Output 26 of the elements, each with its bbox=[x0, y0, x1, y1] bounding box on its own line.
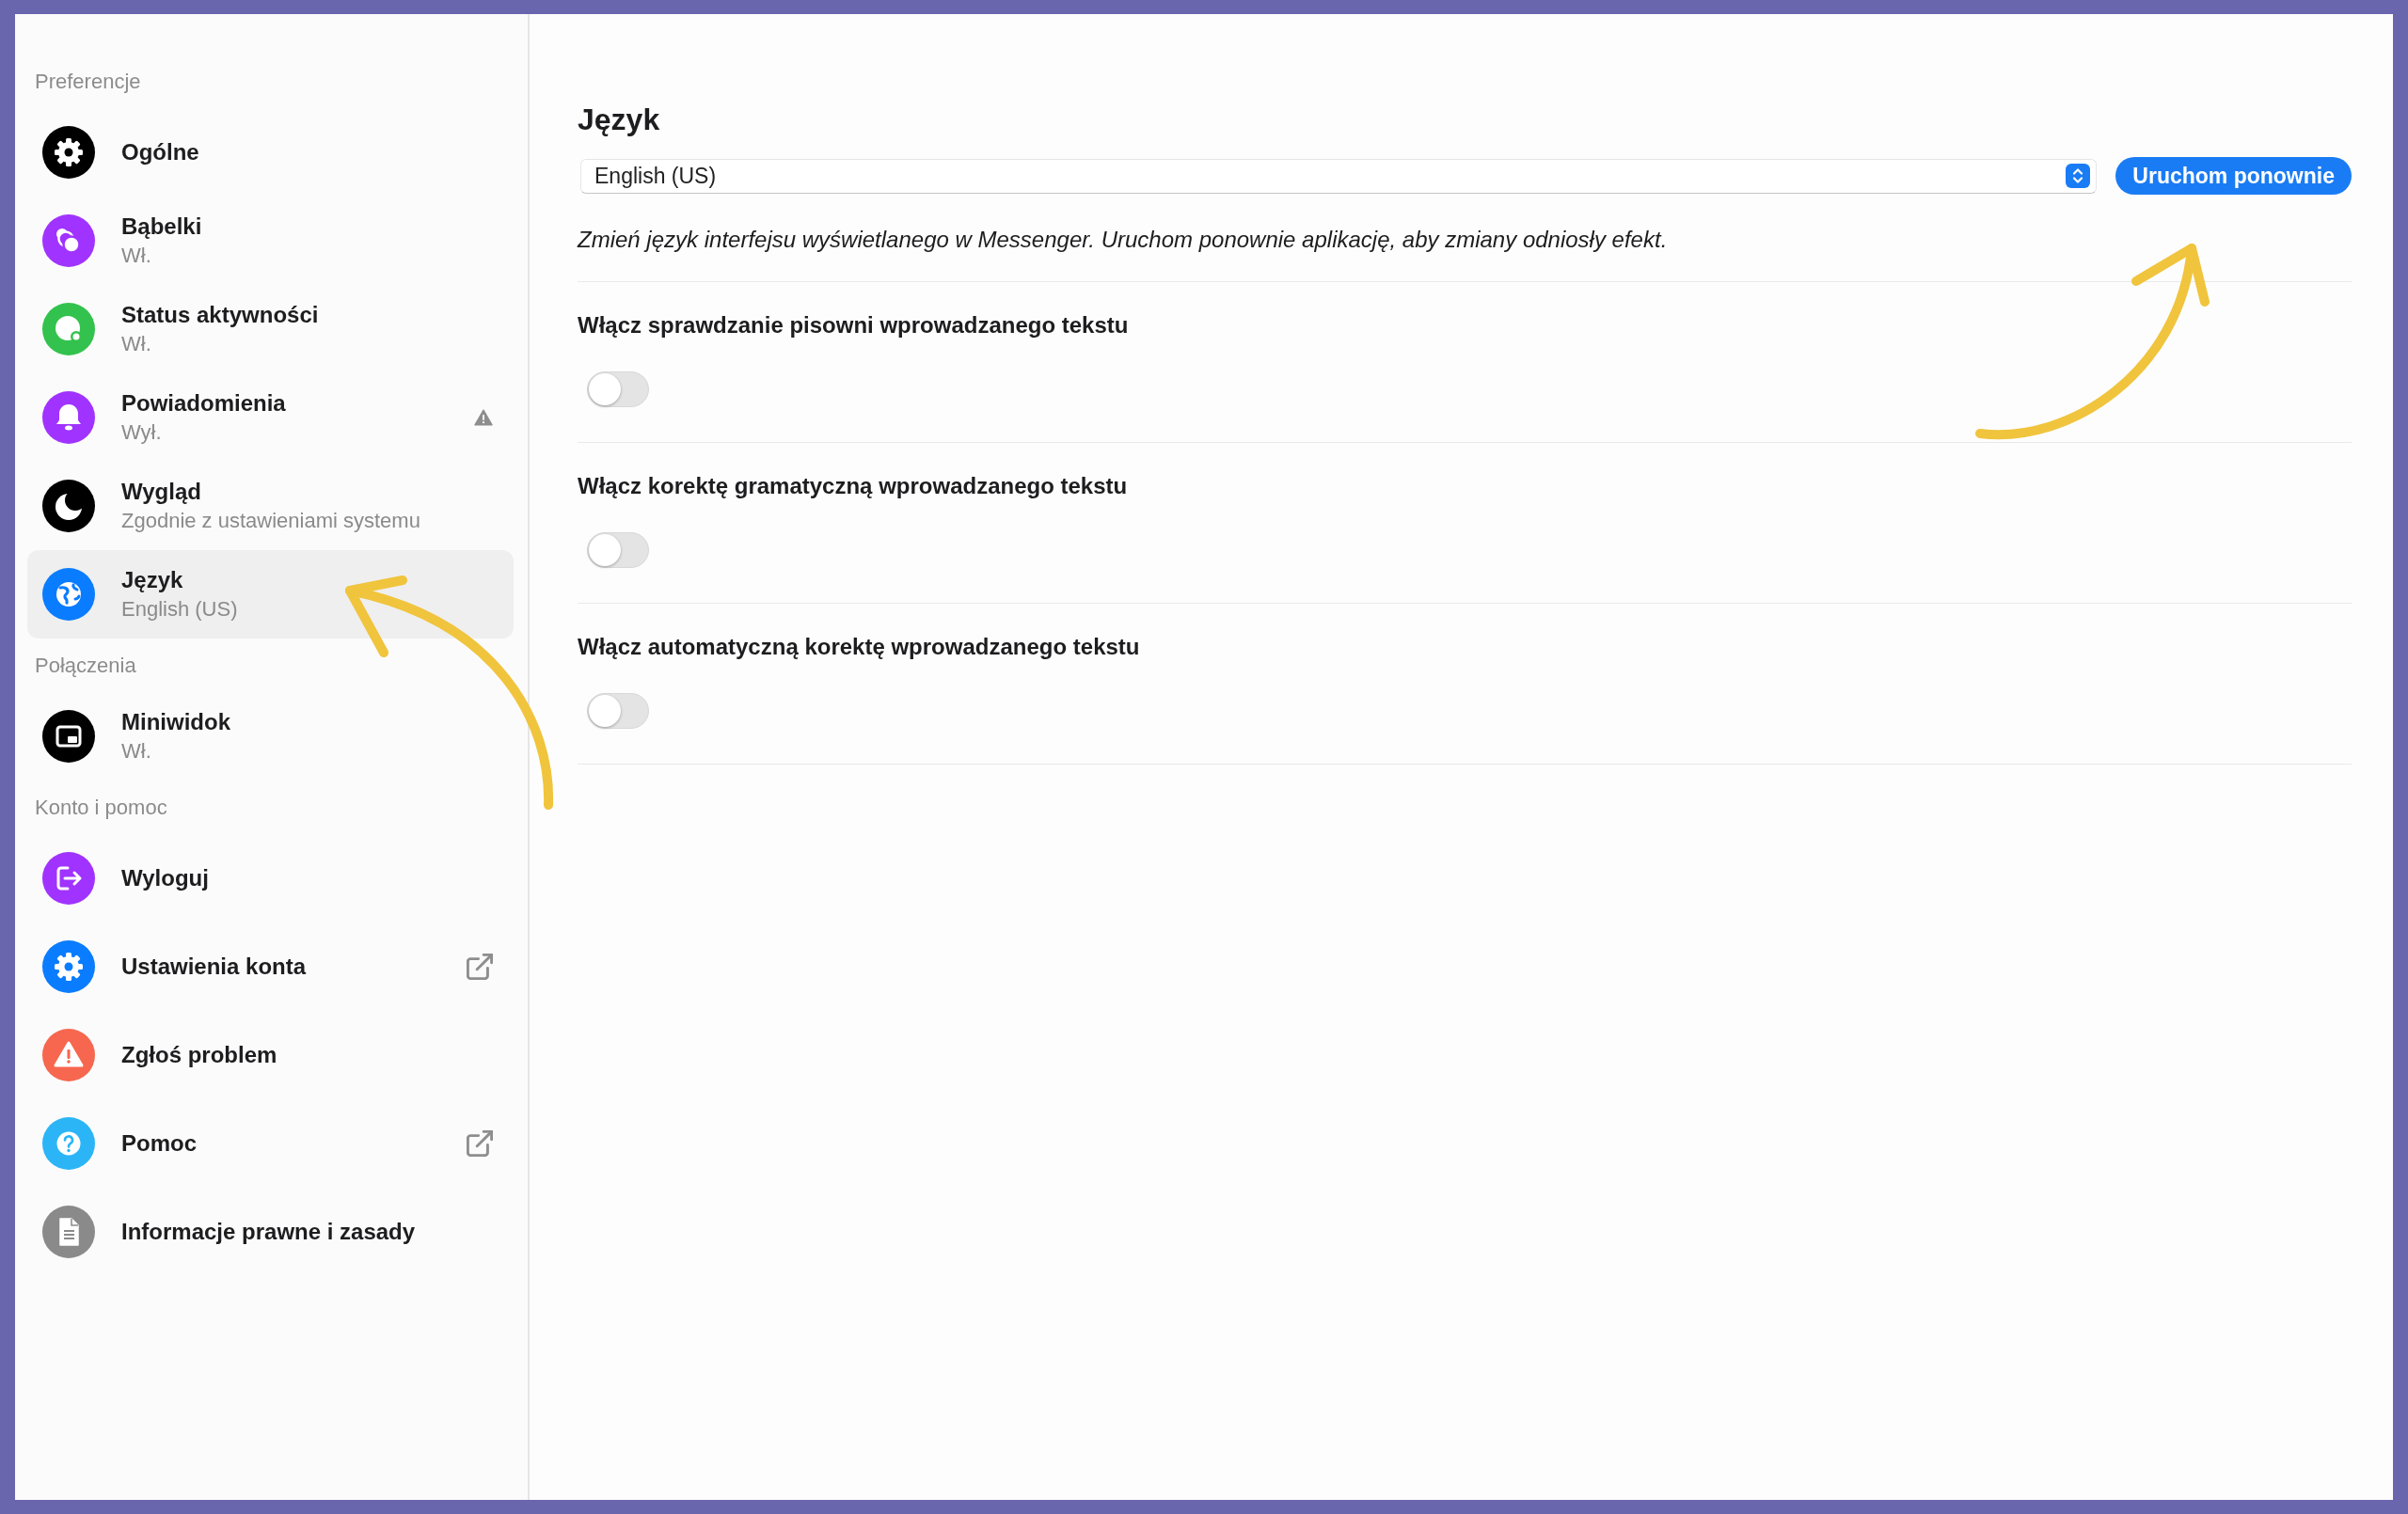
toggle-switch[interactable] bbox=[587, 693, 649, 729]
toggle-label: Włącz sprawdzanie pisowni wprowadzanego tekstu bbox=[578, 311, 1129, 339]
sidebar-item[interactable]: Bąbelki Wł. bbox=[27, 197, 514, 285]
sidebar-item[interactable]: Pomoc bbox=[27, 1099, 514, 1188]
sidebar-item[interactable]: Powiadomienia Wył. bbox=[27, 373, 514, 462]
toggle-switch[interactable] bbox=[587, 532, 649, 568]
language-select[interactable]: English (US) bbox=[580, 158, 2098, 194]
toggle-label: Włącz korektę gramatyczną wprowadzanego tekstu bbox=[578, 472, 1128, 500]
section-title: Język bbox=[578, 102, 660, 138]
sidebar-item[interactable]: Zgłoś problem bbox=[27, 1011, 514, 1099]
sidebar-item[interactable]: Miniwidok Wł. bbox=[27, 692, 514, 781]
section-header: Konto i pomoc bbox=[35, 795, 167, 821]
sidebar-item[interactable]: Język English (US) bbox=[27, 550, 514, 639]
chevron-updown-icon bbox=[2066, 164, 2091, 188]
toggle-switch[interactable] bbox=[587, 371, 649, 407]
toggle-label: Włącz automatyczną korektę wprowadzanego tekstu bbox=[578, 633, 1140, 661]
sidebar-item[interactable]: Wyloguj bbox=[27, 834, 514, 923]
sidebar-item[interactable]: Wygląd Zgodnie z ustawieniami systemu bbox=[27, 462, 514, 550]
sidebar-item[interactable]: Ogólne bbox=[27, 108, 514, 197]
sidebar-item[interactable]: Status aktywności Wł. bbox=[27, 285, 514, 373]
section-header: Połączenia bbox=[35, 653, 136, 679]
sidebar-item[interactable]: Ustawienia konta bbox=[27, 923, 514, 1011]
description-text: Zmień język interfejsu wyświetlanego w Messenger. Uruchom ponownie aplikację, aby zmiany odniosły efekt. bbox=[578, 226, 1668, 254]
restart-button[interactable]: Uruchom ponownie bbox=[2115, 157, 2352, 195]
section-header: Preferencje bbox=[35, 69, 141, 95]
sidebar-item[interactable]: Informacje prawne i zasady bbox=[27, 1188, 514, 1276]
